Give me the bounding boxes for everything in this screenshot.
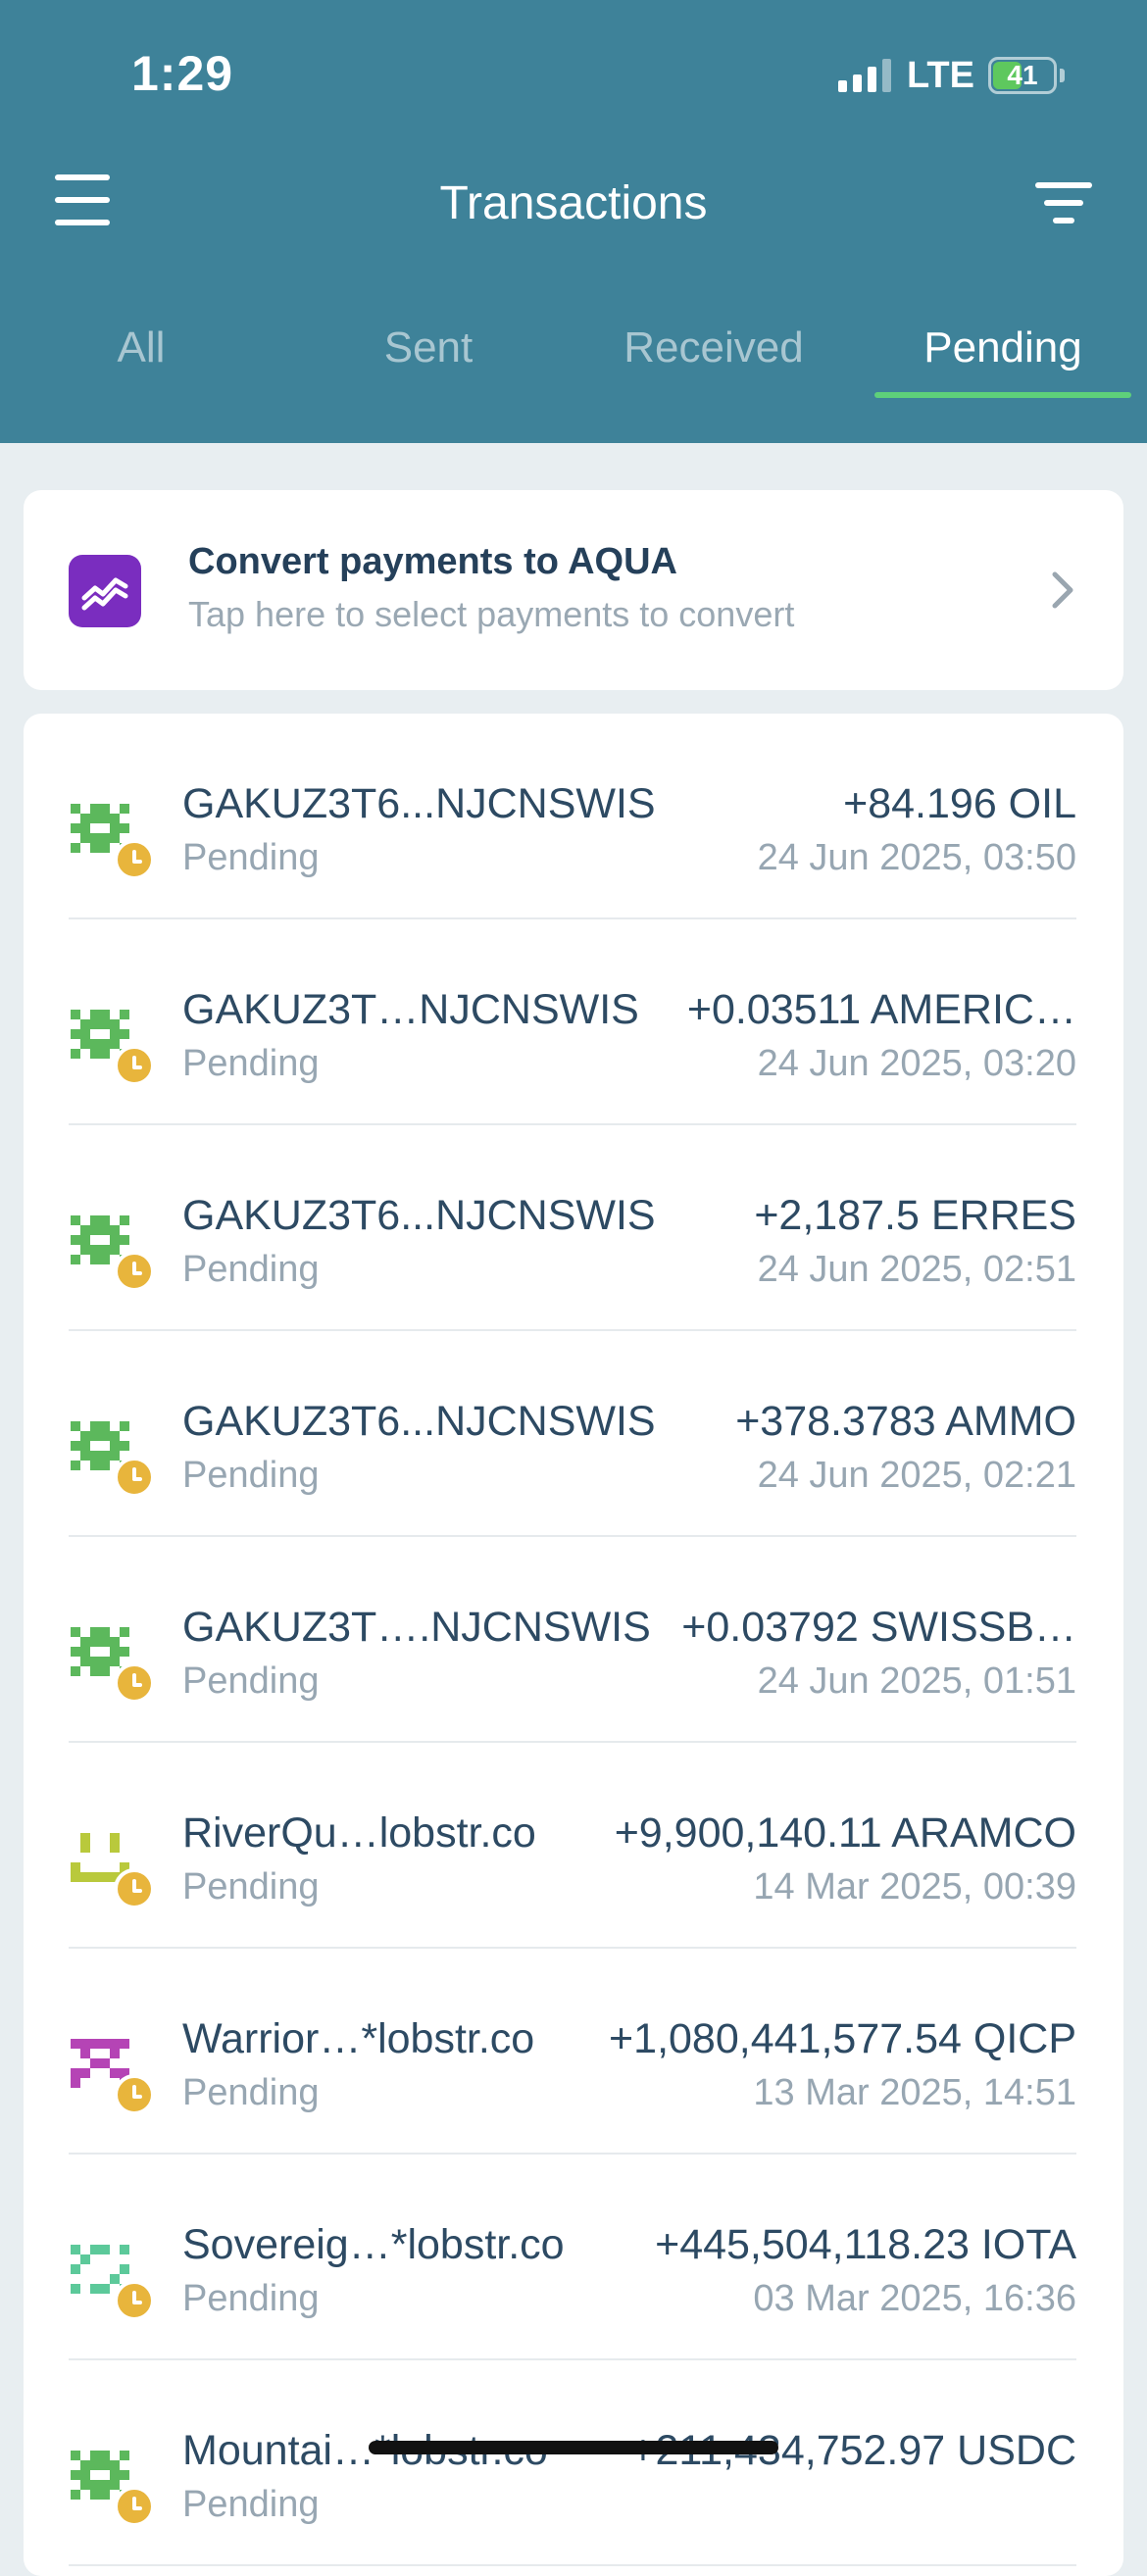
- signal-icon: [838, 59, 891, 92]
- transaction-date: 24 Jun 2025, 02:51: [757, 1249, 1076, 1290]
- transaction-amount: +1,080,441,577.54 QICP: [609, 2015, 1076, 2062]
- transaction-amount: +2,187.5 ERRES: [754, 1192, 1076, 1239]
- transaction-status: Pending: [182, 1660, 320, 1702]
- clock-icon: [114, 2074, 155, 2115]
- home-indicator[interactable]: [369, 2441, 778, 2454]
- transaction-date: 03 Mar 2025, 16:36: [753, 2278, 1076, 2319]
- tab-bar: All Sent Received Pending: [0, 323, 1147, 402]
- transaction-status: Pending: [182, 2278, 320, 2319]
- transaction-status: Pending: [182, 837, 320, 878]
- aqua-chart-icon: [69, 555, 141, 627]
- status-indicators: LTE 41: [838, 51, 1065, 100]
- battery-level: 41: [1007, 60, 1038, 90]
- clock-icon: [114, 2486, 155, 2527]
- clock-icon: [114, 1251, 155, 1292]
- transaction-row[interactable]: Mountai…*lobstr.co Pending +211,434,752.…: [24, 2360, 1123, 2566]
- transaction-address: GAKUZ3T6...NJCNSWIS: [182, 1192, 656, 1239]
- transaction-amount: +445,504,118.23 IOTA: [655, 2221, 1076, 2268]
- convert-title: Convert payments to AQUA: [188, 541, 677, 582]
- transaction-date: 24 Jun 2025, 01:51: [757, 1660, 1076, 1702]
- transaction-address: GAKUZ3T….NJCNSWIS: [182, 1604, 651, 1651]
- transaction-row[interactable]: GAKUZ3T….NJCNSWIS Pending +0.03792 SWISS…: [24, 1537, 1123, 1743]
- clock-icon: [114, 1868, 155, 1909]
- convert-to-aqua-banner[interactable]: Convert payments to AQUA Tap here to sel…: [24, 490, 1123, 690]
- tab-pending[interactable]: Pending: [875, 323, 1130, 372]
- transaction-status: Pending: [182, 1249, 320, 1290]
- transaction-row[interactable]: RiverQu…lobstr.co Pending +9,900,140.11 …: [24, 1743, 1123, 1949]
- transaction-status: Pending: [182, 2072, 320, 2113]
- transaction-amount: +9,900,140.11 ARAMCO: [614, 1809, 1076, 1857]
- transaction-status: Pending: [182, 2484, 320, 2525]
- app-header: 1:29 LTE 41 Transactions All Sent Receiv…: [0, 0, 1147, 443]
- active-tab-indicator: [874, 392, 1131, 398]
- transaction-list: GAKUZ3T6...NJCNSWIS Pending +84.196 OIL …: [24, 714, 1123, 2576]
- transaction-row[interactable]: GAKUZ3T6...NJCNSWIS Pending +84.196 OIL …: [24, 714, 1123, 919]
- clock-icon: [114, 839, 155, 880]
- transaction-amount: +378.3783 AMMO: [735, 1398, 1076, 1445]
- clock-icon: [114, 1045, 155, 1086]
- network-label: LTE: [907, 54, 974, 96]
- clock-icon: [114, 1457, 155, 1498]
- transaction-date: 24 Jun 2025, 03:50: [757, 837, 1076, 878]
- chevron-right-icon: [1043, 565, 1082, 616]
- battery-icon: 41: [987, 57, 1057, 94]
- transaction-date: 24 Jun 2025, 03:20: [757, 1043, 1076, 1084]
- transaction-address: GAKUZ3T…NJCNSWIS: [182, 986, 639, 1033]
- transaction-address: RiverQu…lobstr.co: [182, 1809, 536, 1857]
- tab-received[interactable]: Received: [586, 323, 841, 372]
- transaction-date: 14 Mar 2025, 00:39: [753, 1866, 1076, 1907]
- transaction-amount: +84.196 OIL: [843, 780, 1076, 827]
- transaction-row[interactable]: Warrior…*lobstr.co Pending +1,080,441,57…: [24, 1949, 1123, 2155]
- transaction-row[interactable]: GAKUZ3T6...NJCNSWIS Pending +378.3783 AM…: [24, 1331, 1123, 1537]
- transaction-address: GAKUZ3T6...NJCNSWIS: [182, 780, 656, 827]
- transaction-address: Warrior…*lobstr.co: [182, 2015, 535, 2062]
- transaction-amount: +0.03511 AMERIC…: [686, 986, 1076, 1033]
- transaction-date: 24 Jun 2025, 02:21: [757, 1455, 1076, 1496]
- filter-icon[interactable]: [1035, 182, 1092, 223]
- transaction-row[interactable]: GAKUZ3T…NJCNSWIS Pending +0.03511 AMERIC…: [24, 919, 1123, 1125]
- page-title: Transactions: [439, 177, 708, 229]
- transaction-address: GAKUZ3T6...NJCNSWIS: [182, 1398, 656, 1445]
- transaction-status: Pending: [182, 1866, 320, 1907]
- transaction-status: Pending: [182, 1455, 320, 1496]
- transaction-status: Pending: [182, 1043, 320, 1084]
- transaction-date: 13 Mar 2025, 14:51: [753, 2072, 1076, 2113]
- transaction-row[interactable]: Sovereig…*lobstr.co Pending +445,504,118…: [24, 2155, 1123, 2360]
- tab-sent[interactable]: Sent: [301, 323, 556, 372]
- transaction-row[interactable]: GAKUZ3T6...NJCNSWIS Pending +2,187.5 ERR…: [24, 1125, 1123, 1331]
- transaction-amount: +0.03792 SWISSB…: [681, 1604, 1076, 1651]
- clock-icon: [114, 2280, 155, 2321]
- transaction-address: Sovereig…*lobstr.co: [182, 2221, 565, 2268]
- clock-icon: [114, 1662, 155, 1704]
- row-divider: [69, 2564, 1076, 2566]
- tab-all[interactable]: All: [14, 323, 269, 372]
- status-time: 1:29: [131, 46, 234, 101]
- convert-subtitle: Tap here to select payments to convert: [188, 594, 795, 634]
